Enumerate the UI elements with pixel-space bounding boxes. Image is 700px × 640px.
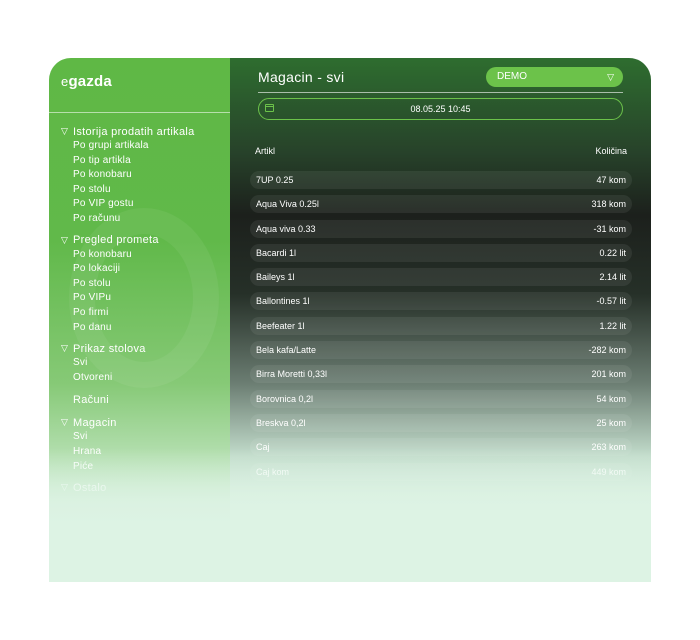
article-name: 7UP 0.25 [256,175,294,185]
nav-section-label: Prikaz stolova [73,342,146,355]
article-quantity: 1.22 lit [599,320,626,331]
nav-section-label: Magacin [73,416,117,429]
nav-section-header[interactable]: ▽ Prikaz stolova [61,341,229,356]
nav-item-pice[interactable]: Piće [61,460,229,475]
article-name: Birra Moretti 0,33l [256,369,328,380]
triangle-down-icon: ▽ [61,482,69,493]
app-logo[interactable]: egazda [61,73,112,90]
main-panel: Magacin - svi DEMO ▽ 08.05.25 10:45 Arti… [230,58,651,582]
nav-item-po-vip-gostu[interactable]: Po VIP gostu [61,197,229,212]
article-quantity: 318 kom [591,199,626,210]
article-quantity: -31 kom [593,223,626,234]
triangle-down-icon: ▽ [61,417,69,428]
stock-row[interactable]: Borovnica 0,2l 54 kom [250,389,632,408]
sidebar-nav: ▽ Istorija prodatih artikala Po grupi ar… [61,124,229,495]
article-name: Beefeater 1l [256,320,305,331]
nav-item-po-grupi-artikala[interactable]: Po grupi artikala [61,139,229,154]
article-name: Breskva 0,2l [256,417,306,428]
nav-item-po-konobaru[interactable]: Po konobaru [61,248,229,263]
article-name: Caj [256,442,270,453]
nav-section-label: Ostalo [73,481,107,494]
article-quantity: 25 kom [596,417,626,428]
sidebar-divider [49,112,230,113]
stock-row[interactable]: Caj kom 449 kom [250,462,632,481]
column-header-kolicina[interactable]: Količina [595,146,627,156]
stock-list: 7UP 0.25 47 kom Aqua Viva 0.25l 318 kom Aq… [250,171,632,487]
article-name: Baileys 1l [256,272,295,283]
sidebar: egazda ▽ Istorija prodatih artikala Po g… [49,58,230,582]
nav-section-ostalo[interactable]: ▽ Ostalo [61,480,229,495]
stock-row[interactable]: Birra Moretti 0,33l 201 kom [250,365,632,384]
article-quantity: -0.57 lit [596,296,626,307]
nav-item-magacin-svi[interactable]: Svi [61,430,229,445]
article-quantity: 201 kom [591,369,626,380]
article-name: Bacardi 1l [256,247,297,258]
nav-section-prikaz-stolova: ▽ Prikaz stolova Svi Otvoreni [61,341,229,385]
nav-section-header[interactable]: ▽ Magacin [61,415,229,430]
stock-row[interactable]: Baileys 1l 2.14 lit [250,268,632,287]
article-name: Aqua Viva 0.25l [256,199,319,210]
nav-section-label: Pregled prometa [73,234,159,247]
venue-select-value: DEMO [497,71,527,82]
date-picker-field[interactable]: 08.05.25 10:45 [258,98,623,120]
nav-section-pregled-prometa: ▽ Pregled prometa Po konobaru Po lokacij… [61,233,229,336]
article-name: Borovnica 0,2l [256,393,314,404]
stock-row[interactable]: Aqua viva 0.33 -31 kom [250,219,632,238]
stock-row[interactable]: Ballontines 1l -0.57 lit [250,292,632,311]
article-name: Caj kom [256,466,290,477]
app-window: egazda ▽ Istorija prodatih artikala Po g… [49,58,651,582]
stock-row[interactable]: Bacardi 1l 0.22 lit [250,243,632,262]
stock-row[interactable]: Bela kafa/Latte -282 kom [250,341,632,360]
nav-section-header[interactable]: ▽ Pregled prometa [61,233,229,248]
nav-item-svi-stolovi[interactable]: Svi [61,356,229,371]
stock-row[interactable]: 7UP 0.25 47 kom [250,171,632,189]
nav-item-po-racunu[interactable]: Po računu [61,212,229,227]
nav-item-po-konobaru[interactable]: Po konobaru [61,168,229,183]
article-quantity: 0.22 lit [599,247,626,258]
column-header-artikl[interactable]: Artikl [255,146,275,156]
article-name: Ballontines 1l [256,296,310,307]
nav-item-po-stolu[interactable]: Po stolu [61,277,229,292]
nav-item-po-stolu[interactable]: Po stolu [61,183,229,198]
stock-row[interactable]: Beefeater 1l 1.22 lit [250,316,632,335]
article-quantity: 263 kom [591,442,626,453]
nav-item-po-danu[interactable]: Po danu [61,321,229,336]
nav-section-magacin: ▽ Magacin Svi Hrana Piće [61,415,229,474]
date-value: 08.05.25 10:45 [410,104,471,114]
article-quantity: 47 kom [596,175,626,185]
nav-section-istorija: ▽ Istorija prodatih artikala Po grupi ar… [61,124,229,227]
nav-item-po-vipu[interactable]: Po VIPu [61,291,229,306]
triangle-down-icon: ▽ [607,72,614,82]
triangle-down-icon: ▽ [61,126,69,136]
stock-row[interactable]: Aqua Viva 0.25l 318 kom [250,195,632,214]
title-divider [258,92,623,93]
calendar-icon [265,104,274,112]
nav-item-po-lokaciji[interactable]: Po lokaciji [61,262,229,277]
nav-item-po-firmi[interactable]: Po firmi [61,306,229,321]
triangle-down-icon: ▽ [61,234,69,245]
article-name: Aqua viva 0.33 [256,223,316,234]
article-quantity: 2.14 lit [599,272,626,283]
logo-name: gazda [68,73,112,90]
nav-item-po-tip-artikla[interactable]: Po tip artikla [61,154,229,169]
nav-section-label: Istorija prodatih artikala [73,125,195,138]
nav-item-hrana[interactable]: Hrana [61,445,229,460]
stock-row[interactable]: Breskva 0,2l 25 kom [250,413,632,432]
article-quantity: 54 kom [596,393,626,404]
article-quantity: 449 kom [591,466,626,477]
nav-item-racuni[interactable]: Računi [61,391,229,409]
page-title: Magacin - svi [258,69,345,85]
nav-item-otvoreni[interactable]: Otvoreni [61,371,229,386]
nav-section-header[interactable]: ▽ Istorija prodatih artikala [61,124,229,139]
stock-row[interactable]: Caj 263 kom [250,438,632,457]
triangle-down-icon: ▽ [61,343,69,354]
article-quantity: -282 kom [588,345,626,356]
article-name: Bela kafa/Latte [256,345,317,356]
venue-select[interactable]: DEMO ▽ [486,67,623,87]
